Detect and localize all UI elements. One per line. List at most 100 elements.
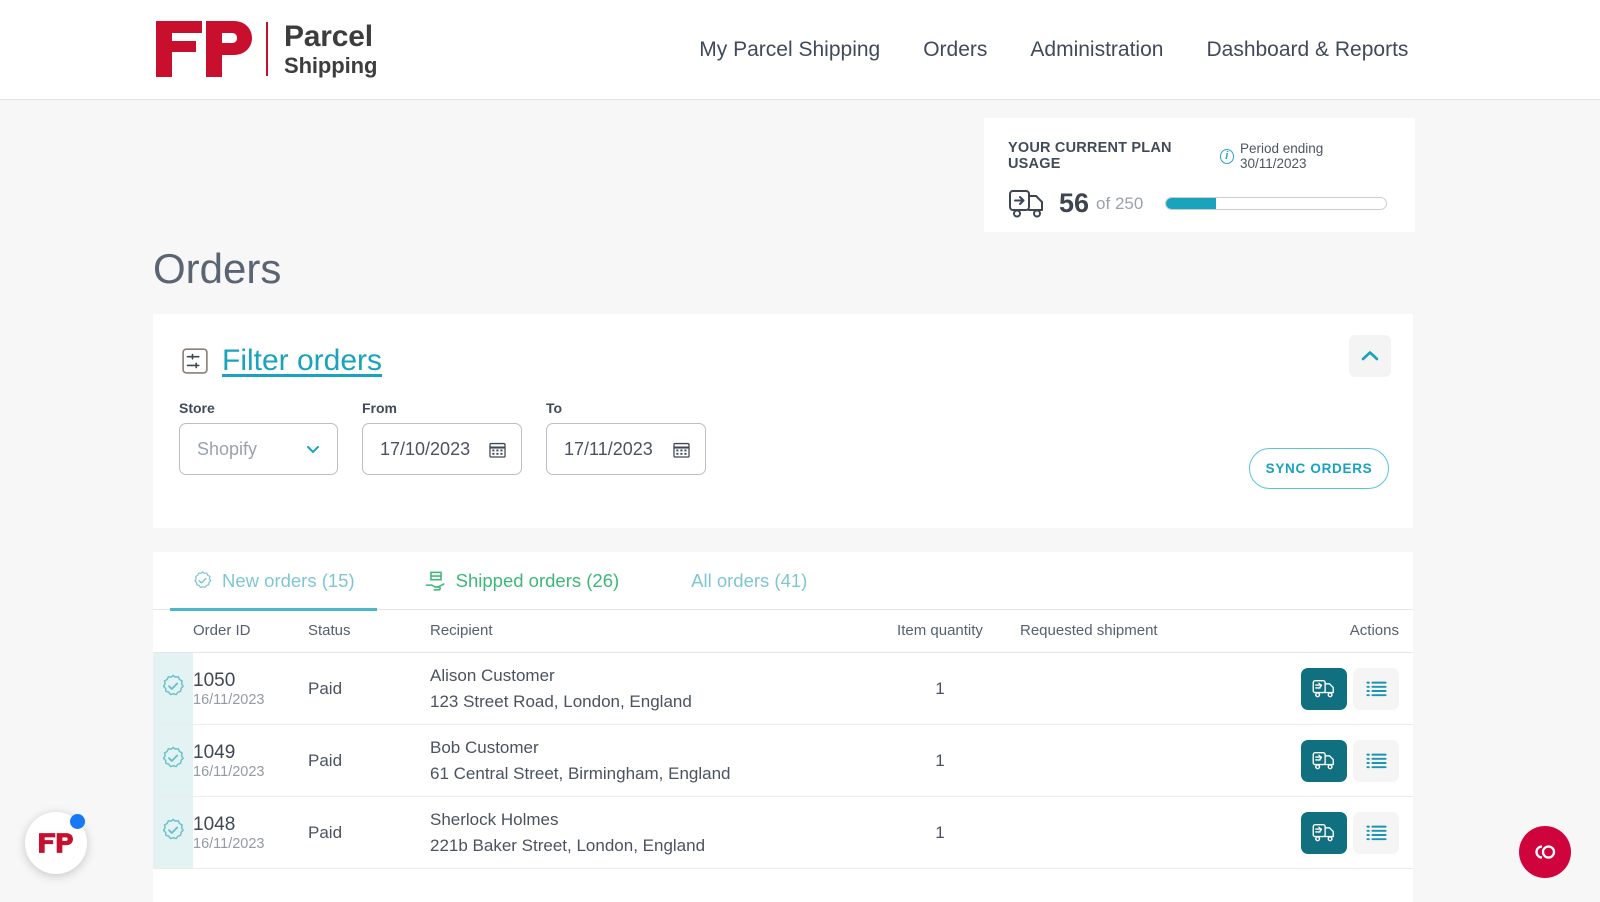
col-status: Status	[308, 610, 430, 653]
item-quantity-value: 1	[860, 679, 1020, 699]
page-title: Orders	[153, 245, 281, 293]
tab-shipped-orders[interactable]: Shipped orders (26)	[403, 552, 642, 610]
brand-name: Parcel Shipping	[284, 21, 377, 77]
filter-sliders-icon	[180, 346, 210, 376]
cell-recipient: Bob Customer 61 Central Street, Birmingh…	[430, 725, 860, 797]
from-date-field-group: From 17/10/2023	[362, 400, 522, 475]
row-status-flag	[153, 797, 193, 869]
plan-usage-card: YOUR CURRENT PLAN USAGE i Period ending …	[984, 118, 1415, 232]
tab-new-orders[interactable]: New orders (15)	[170, 552, 377, 610]
main-navigation: My Parcel Shipping Orders Administration…	[699, 38, 1408, 62]
nav-item-administration[interactable]: Administration	[1030, 38, 1163, 62]
brand-name-line1: Parcel	[284, 21, 377, 53]
col-item-quantity: Item quantity	[860, 610, 1020, 653]
tab-shipped-orders-label: Shipped orders (26)	[456, 570, 620, 592]
status-value: Paid	[308, 679, 342, 698]
plan-usage-meter: 56 of 250	[1008, 188, 1387, 219]
row-status-flag	[153, 725, 193, 797]
col-actions: Actions	[1265, 610, 1413, 653]
plan-usage-header: YOUR CURRENT PLAN USAGE i Period ending …	[1008, 140, 1387, 172]
row-actions	[1265, 740, 1413, 782]
new-order-badge-icon	[160, 745, 186, 771]
notification-dot-icon	[70, 814, 85, 829]
to-date-input[interactable]: 17/11/2023	[546, 423, 706, 475]
item-quantity-value: 1	[860, 823, 1020, 843]
cell-recipient: Alison Customer 123 Street Road, London,…	[430, 653, 860, 725]
to-label: To	[546, 400, 706, 416]
orders-table: Order ID Status Recipient Item quantity …	[153, 610, 1413, 869]
order-details-button[interactable]	[1353, 668, 1399, 710]
order-date-value: 16/11/2023	[193, 692, 308, 708]
row-actions	[1265, 668, 1413, 710]
orders-table-header: Order ID Status Recipient Item quantity …	[153, 610, 1413, 653]
filter-orders-panel: Filter orders Store Shopify From 17/10/2…	[153, 314, 1413, 528]
plan-progress-fill	[1166, 198, 1215, 209]
tab-all-orders[interactable]: All orders (41)	[669, 552, 829, 610]
filter-collapse-button[interactable]	[1349, 335, 1391, 377]
filter-fields: Store Shopify From 17/10/2023	[153, 378, 1413, 475]
status-value: Paid	[308, 751, 342, 770]
support-chat-button[interactable]	[25, 812, 87, 874]
package-hand-icon	[425, 570, 447, 592]
plan-progress-bar	[1165, 197, 1387, 210]
from-date-input[interactable]: 17/10/2023	[362, 423, 522, 475]
plan-usage-title: YOUR CURRENT PLAN USAGE	[1008, 140, 1220, 172]
cell-actions	[1265, 797, 1413, 869]
cell-requested-shipment	[1020, 725, 1265, 797]
recipient-name: Alison Customer	[430, 663, 860, 689]
row-actions	[1265, 812, 1413, 854]
nav-item-dashboard-reports[interactable]: Dashboard & Reports	[1206, 38, 1408, 62]
new-order-badge-icon	[160, 673, 186, 699]
info-icon[interactable]: i	[1220, 149, 1234, 164]
cell-order-id: 1048 16/11/2023	[193, 797, 308, 869]
recipient-name: Bob Customer	[430, 735, 860, 761]
from-label: From	[362, 400, 522, 416]
recipient-address: 61 Central Street, Birmingham, England	[430, 761, 860, 787]
store-label: Store	[179, 400, 338, 416]
create-shipment-button[interactable]	[1301, 740, 1347, 782]
cell-actions	[1265, 653, 1413, 725]
cell-requested-shipment	[1020, 653, 1265, 725]
filter-orders-link[interactable]: Filter orders	[222, 344, 382, 378]
create-shipment-button[interactable]	[1301, 668, 1347, 710]
table-row[interactable]: 1050 16/11/2023 Paid Alison Customer 123…	[153, 653, 1413, 725]
order-details-button[interactable]	[1353, 812, 1399, 854]
table-header-row: Order ID Status Recipient Item quantity …	[153, 610, 1413, 653]
chevron-up-icon	[1358, 344, 1382, 368]
orders-table-body: 1050 16/11/2023 Paid Alison Customer 123…	[153, 653, 1413, 869]
order-date-value: 16/11/2023	[193, 764, 308, 780]
sync-orders-button[interactable]: SYNC ORDERS	[1249, 448, 1389, 489]
order-details-list-icon	[1365, 679, 1388, 699]
order-id-value: 1050	[193, 669, 308, 693]
cell-recipient: Sherlock Holmes 221b Baker Street, Londo…	[430, 797, 860, 869]
col-recipient: Recipient	[430, 610, 860, 653]
col-order-id: Order ID	[193, 610, 308, 653]
order-details-list-icon	[1365, 751, 1388, 771]
filter-header: Filter orders	[153, 314, 1413, 378]
brand-logo[interactable]: Parcel Shipping	[156, 21, 377, 77]
plan-period-label: Period ending 30/11/2023	[1240, 141, 1387, 171]
recipient-address: 221b Baker Street, London, England	[430, 833, 860, 859]
cell-item-quantity: 1	[860, 725, 1020, 797]
calendar-icon[interactable]	[488, 440, 507, 459]
nav-item-my-parcel-shipping[interactable]: My Parcel Shipping	[699, 38, 880, 62]
create-shipment-button[interactable]	[1301, 812, 1347, 854]
table-row[interactable]: 1048 16/11/2023 Paid Sherlock Holmes 221…	[153, 797, 1413, 869]
table-row[interactable]: 1049 16/11/2023 Paid Bob Customer 61 Cen…	[153, 725, 1413, 797]
create-shipment-icon	[1312, 678, 1337, 699]
cookie-settings-button[interactable]	[1519, 826, 1571, 878]
cell-order-id: 1049 16/11/2023	[193, 725, 308, 797]
check-badge-icon	[192, 570, 213, 591]
chevron-down-icon	[303, 439, 323, 459]
new-order-badge-icon	[160, 817, 186, 843]
recipient-address: 123 Street Road, London, England	[430, 689, 860, 715]
from-date-value: 17/10/2023	[380, 439, 470, 460]
nav-item-orders[interactable]: Orders	[923, 38, 987, 62]
cell-item-quantity: 1	[860, 653, 1020, 725]
orders-table-panel: New orders (15) Shipped orders (26) All …	[153, 552, 1413, 902]
row-status-flag	[153, 653, 193, 725]
calendar-icon[interactable]	[672, 440, 691, 459]
store-select[interactable]: Shopify	[179, 423, 338, 475]
store-value: Shopify	[197, 439, 257, 460]
order-details-button[interactable]	[1353, 740, 1399, 782]
